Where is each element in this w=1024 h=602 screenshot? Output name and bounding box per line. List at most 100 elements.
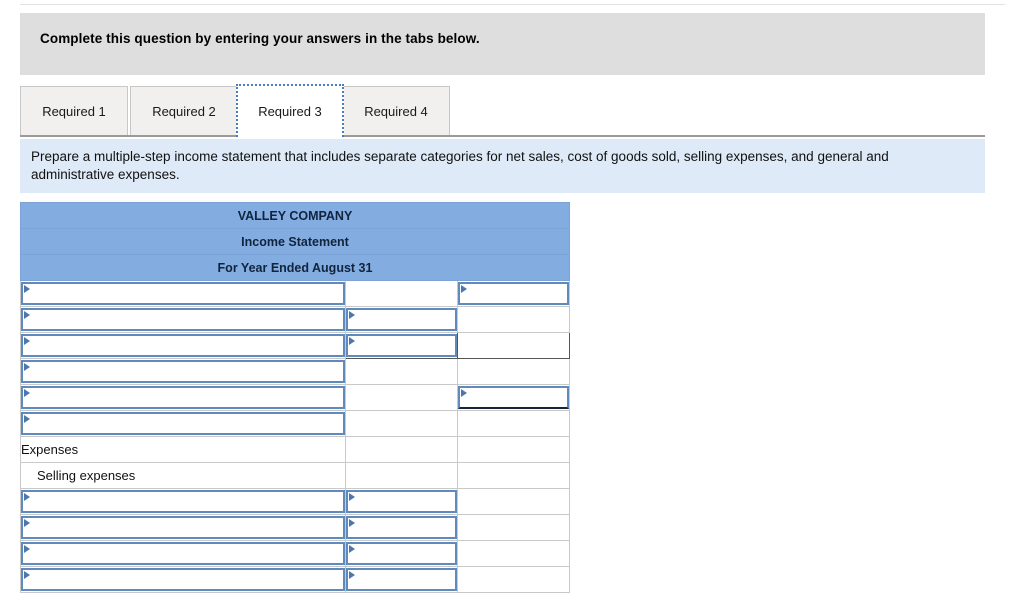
description-label-cell: Selling expenses bbox=[20, 462, 346, 489]
amount-column-2-cell bbox=[457, 410, 570, 437]
banner-title: Complete this question by entering your … bbox=[40, 31, 480, 46]
table-row: Selling expenses bbox=[20, 462, 570, 489]
amount-column-2-cell bbox=[457, 566, 570, 593]
tab-required-3[interactable]: Required 3 bbox=[236, 84, 344, 137]
amount-column-2-input[interactable] bbox=[458, 386, 569, 409]
dropdown-triangle-icon bbox=[24, 545, 30, 553]
description-input[interactable] bbox=[21, 334, 345, 357]
tab-required-2[interactable]: Required 2 bbox=[130, 86, 238, 135]
description-input[interactable] bbox=[21, 308, 345, 331]
dropdown-triangle-icon bbox=[349, 571, 355, 579]
description-input[interactable] bbox=[21, 412, 345, 435]
amount-column-2-cell bbox=[457, 488, 570, 515]
tab-required-1[interactable]: Required 1 bbox=[20, 86, 128, 135]
statement-title-row-2: Income Statement bbox=[20, 228, 570, 255]
amount-column-2-cell bbox=[457, 462, 570, 489]
table-row bbox=[20, 384, 570, 411]
amount-column-2-cell bbox=[457, 436, 570, 463]
dropdown-triangle-icon bbox=[349, 337, 355, 345]
instruction-text: Prepare a multiple-step income statement… bbox=[31, 149, 889, 182]
table-row: Expenses bbox=[20, 436, 570, 463]
amount-column-1-cell bbox=[345, 384, 458, 411]
dropdown-triangle-icon bbox=[24, 519, 30, 527]
amount-column-1-input[interactable] bbox=[346, 542, 457, 565]
table-row bbox=[20, 332, 570, 359]
dropdown-triangle-icon bbox=[24, 389, 30, 397]
description-input-cell[interactable] bbox=[20, 280, 346, 307]
amount-column-1-input[interactable] bbox=[346, 568, 457, 591]
description-input-cell[interactable] bbox=[20, 306, 346, 333]
amount-column-2-cell bbox=[457, 358, 570, 385]
income-statement-table: VALLEY COMPANY Income Statement For Year… bbox=[20, 202, 570, 593]
amount-column-1-input[interactable] bbox=[346, 490, 457, 513]
top-divider bbox=[20, 4, 1005, 5]
amount-column-1-input-cell[interactable] bbox=[345, 306, 458, 333]
table-row bbox=[20, 306, 570, 333]
dropdown-triangle-icon bbox=[24, 493, 30, 501]
dropdown-triangle-icon bbox=[461, 389, 467, 397]
dropdown-triangle-icon bbox=[461, 285, 467, 293]
amount-column-1-cell bbox=[345, 358, 458, 385]
page-root: Complete this question by entering your … bbox=[0, 0, 1024, 602]
table-row bbox=[20, 514, 570, 541]
description-input-cell[interactable] bbox=[20, 566, 346, 593]
amount-column-1-input-cell[interactable] bbox=[345, 488, 458, 515]
instruction-panel: Prepare a multiple-step income statement… bbox=[20, 139, 985, 193]
dropdown-triangle-icon bbox=[24, 363, 30, 371]
amount-column-1-input-cell[interactable] bbox=[345, 332, 458, 359]
dropdown-triangle-icon bbox=[24, 285, 30, 293]
amount-column-2-input-cell[interactable] bbox=[457, 280, 570, 307]
description-input[interactable] bbox=[21, 516, 345, 539]
amount-column-2-cell bbox=[457, 332, 570, 359]
table-row bbox=[20, 488, 570, 515]
table-row bbox=[20, 540, 570, 567]
company-name: VALLEY COMPANY bbox=[20, 202, 570, 229]
table-row bbox=[20, 358, 570, 385]
description-input[interactable] bbox=[21, 360, 345, 383]
description-input[interactable] bbox=[21, 568, 345, 591]
description-input-cell[interactable] bbox=[20, 540, 346, 567]
table-row bbox=[20, 280, 570, 307]
table-row bbox=[20, 566, 570, 593]
amount-column-2-cell bbox=[457, 514, 570, 541]
amount-column-1-input-cell[interactable] bbox=[345, 540, 458, 567]
statement-title-row-3: For Year Ended August 31 bbox=[20, 254, 570, 281]
amount-column-1-cell bbox=[345, 280, 458, 307]
amount-column-1-cell bbox=[345, 436, 458, 463]
description-input-cell[interactable] bbox=[20, 410, 346, 437]
statement-period: For Year Ended August 31 bbox=[20, 254, 570, 281]
description-input[interactable] bbox=[21, 490, 345, 513]
description-input-cell[interactable] bbox=[20, 332, 346, 359]
amount-column-1-input[interactable] bbox=[346, 308, 457, 331]
dropdown-triangle-icon bbox=[24, 571, 30, 579]
statement-input-rows: Expenses Selling expenses bbox=[20, 280, 570, 593]
amount-column-1-input-cell[interactable] bbox=[345, 514, 458, 541]
dropdown-triangle-icon bbox=[24, 415, 30, 423]
amount-column-2-input-cell[interactable] bbox=[457, 384, 570, 411]
amount-column-1-input[interactable] bbox=[346, 334, 457, 357]
dropdown-triangle-icon bbox=[349, 311, 355, 319]
statement-type: Income Statement bbox=[20, 228, 570, 255]
description-label-cell: Expenses bbox=[20, 436, 346, 463]
tab-required-4[interactable]: Required 4 bbox=[342, 86, 450, 135]
dropdown-triangle-icon bbox=[349, 493, 355, 501]
amount-column-2-input[interactable] bbox=[458, 282, 569, 305]
tab-strip: Required 1 Required 2 Required 3 Require… bbox=[20, 84, 985, 137]
amount-column-1-cell bbox=[345, 410, 458, 437]
amount-column-1-input[interactable] bbox=[346, 516, 457, 539]
amount-column-1-input-cell[interactable] bbox=[345, 566, 458, 593]
description-input-cell[interactable] bbox=[20, 514, 346, 541]
amount-column-1-cell bbox=[345, 462, 458, 489]
description-input-cell[interactable] bbox=[20, 488, 346, 515]
amount-column-2-cell bbox=[457, 540, 570, 567]
description-input[interactable] bbox=[21, 386, 345, 409]
description-input-cell[interactable] bbox=[20, 384, 346, 411]
description-input[interactable] bbox=[21, 542, 345, 565]
tab-strip-underline bbox=[20, 135, 985, 137]
description-input-cell[interactable] bbox=[20, 358, 346, 385]
table-row bbox=[20, 410, 570, 437]
dropdown-triangle-icon bbox=[24, 311, 30, 319]
statement-title-row-1: VALLEY COMPANY bbox=[20, 202, 570, 229]
statement-body: VALLEY COMPANY Income Statement For Year… bbox=[20, 202, 570, 281]
description-input[interactable] bbox=[21, 282, 345, 305]
